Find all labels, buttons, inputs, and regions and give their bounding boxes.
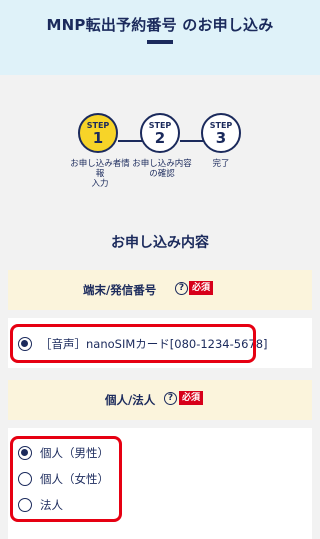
highlight-frame [10, 324, 256, 363]
help-icon[interactable]: ? [164, 392, 177, 405]
line-section-heading: 端末/発信番号 [83, 283, 157, 297]
step-number: 1 [92, 129, 104, 147]
highlight-frame [10, 436, 122, 522]
page-header: MNP転出予約番号 のお申し込み [0, 0, 320, 75]
required-badge: 必須 [189, 281, 214, 295]
step-number: 2 [154, 129, 166, 147]
title-underline [147, 40, 173, 44]
type-section-header: 個人/法人 ? 必須 [8, 380, 312, 420]
line-section-header: 端末/発信番号 ? 必須 [8, 270, 312, 310]
step-1-circle: STEP 1 [78, 113, 118, 153]
step-indicator: STEP 1 STEP 2 STEP 3 お申し込み者情 報 入力 お申し込み内… [0, 113, 320, 193]
step-connector [180, 140, 204, 142]
page-title: MNP転出予約番号 のお申し込み [46, 16, 274, 34]
step-number: 3 [215, 129, 227, 147]
step-2-circle: STEP 2 [140, 113, 180, 153]
help-icon[interactable]: ? [175, 282, 188, 295]
step-3-caption: 完了 [212, 159, 230, 169]
step-2-caption: お申し込み内容 の確認 [132, 159, 192, 179]
section-title: お申し込み内容 [111, 235, 209, 251]
step-3-circle: STEP 3 [201, 113, 241, 153]
step-connector [118, 140, 144, 142]
required-badge: 必須 [179, 391, 204, 405]
type-section-heading: 個人/法人 [105, 393, 156, 407]
